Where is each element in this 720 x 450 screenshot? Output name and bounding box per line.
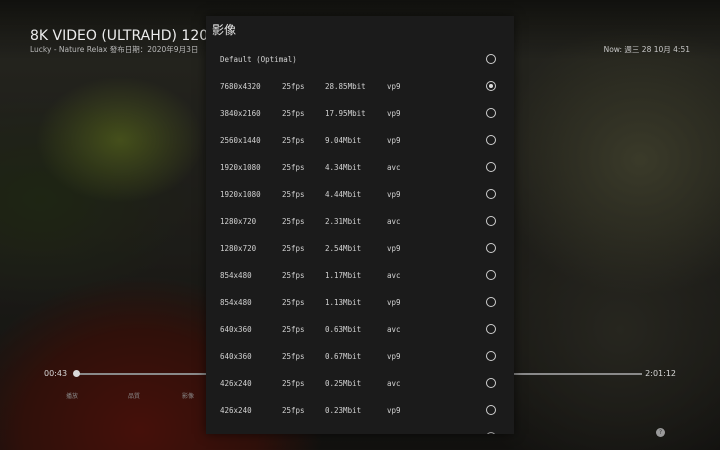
option-codec: avc: [387, 217, 401, 226]
option-resolution: 640x360: [220, 352, 252, 361]
quality-option[interactable]: 640x360 25fps 0.67Mbit vp9: [206, 343, 514, 370]
radio-icon[interactable]: [486, 243, 496, 253]
option-codec: avc: [387, 325, 401, 334]
option-resolution: 3840x2160: [220, 109, 261, 118]
option-bitrate: 1.17Mbit: [325, 271, 362, 280]
video-quality-dialog: 影像 Default (Optimal) 7680x4320 25fps 28.85M…: [206, 16, 514, 434]
option-codec: vp9: [387, 136, 401, 145]
quality-option[interactable]: 2560x1440 25fps 9.04Mbit vp9: [206, 127, 514, 154]
help-icon[interactable]: ?: [656, 428, 665, 437]
option-resolution: 854x480: [220, 298, 252, 307]
quality-option[interactable]: 1920x1080 25fps 4.34Mbit avc: [206, 154, 514, 181]
radio-icon[interactable]: [486, 135, 496, 145]
radio-icon[interactable]: [486, 108, 496, 118]
radio-icon[interactable]: [486, 270, 496, 280]
quality-option[interactable]: 640x360 25fps 0.63Mbit avc: [206, 316, 514, 343]
seek-knob[interactable]: [72, 370, 80, 377]
option-resolution: 1280x720: [220, 217, 257, 226]
partial-radio-icon: [486, 432, 496, 434]
radio-icon[interactable]: [486, 297, 496, 307]
option-fps: 25fps: [282, 406, 305, 415]
option-resolution: 1920x1080: [220, 190, 261, 199]
video-subtitle: Lucky - Nature Relax 發布日期：2020年9月3日: [30, 45, 199, 54]
option-codec: avc: [387, 379, 401, 388]
radio-icon[interactable]: [486, 54, 496, 64]
option-codec: avc: [387, 271, 401, 280]
option-resolution: 426x240: [220, 379, 252, 388]
option-fps: 25fps: [282, 82, 305, 91]
quality-option[interactable]: 426x240 25fps 0.25Mbit avc: [206, 370, 514, 397]
option-bitrate: 4.34Mbit: [325, 163, 362, 172]
option-bitrate: 0.67Mbit: [325, 352, 362, 361]
quality-option[interactable]: 426x240 25fps 0.23Mbit vp9: [206, 397, 514, 424]
option-codec: vp9: [387, 244, 401, 253]
option-fps: 25fps: [282, 325, 305, 334]
radio-icon[interactable]: [486, 216, 496, 226]
quality-option[interactable]: 1280x720 25fps 2.31Mbit avc: [206, 208, 514, 235]
option-fps: 25fps: [282, 109, 305, 118]
quality-option[interactable]: 854x480 25fps 1.13Mbit vp9: [206, 289, 514, 316]
control-video[interactable]: 影像: [182, 391, 194, 400]
option-fps: 25fps: [282, 352, 305, 361]
quality-option[interactable]: 854x480 25fps 1.17Mbit avc: [206, 262, 514, 289]
option-fps: 25fps: [282, 244, 305, 253]
option-bitrate: 2.31Mbit: [325, 217, 362, 226]
quality-option[interactable]: Default (Optimal): [206, 46, 514, 73]
option-bitrate: 0.23Mbit: [325, 406, 362, 415]
option-resolution: 640x360: [220, 325, 252, 334]
option-bitrate: 0.63Mbit: [325, 325, 362, 334]
option-fps: 25fps: [282, 136, 305, 145]
option-resolution: 7680x4320: [220, 82, 261, 91]
option-codec: vp9: [387, 298, 401, 307]
option-codec: vp9: [387, 109, 401, 118]
option-codec: vp9: [387, 82, 401, 91]
option-bitrate: 4.44Mbit: [325, 190, 362, 199]
option-fps: 25fps: [282, 298, 305, 307]
option-fps: 25fps: [282, 190, 305, 199]
option-bitrate: 17.95Mbit: [325, 109, 366, 118]
option-fps: 25fps: [282, 217, 305, 226]
time-total: 2:01:12: [645, 369, 676, 378]
option-resolution: 1920x1080: [220, 163, 261, 172]
option-fps: 25fps: [282, 271, 305, 280]
option-label: Default (Optimal): [220, 55, 297, 64]
option-bitrate: 28.85Mbit: [325, 82, 366, 91]
quality-option[interactable]: 1920x1080 25fps 4.44Mbit vp9: [206, 181, 514, 208]
quality-option[interactable]: 3840x2160 25fps 17.95Mbit vp9: [206, 100, 514, 127]
option-resolution: 1280x720: [220, 244, 257, 253]
quality-option-list: Default (Optimal) 7680x4320 25fps 28.85Mbit…: [206, 46, 514, 424]
radio-icon[interactable]: [486, 351, 496, 361]
control-quality[interactable]: 品質: [128, 391, 140, 400]
time-current: 00:43: [44, 369, 68, 378]
radio-icon[interactable]: [486, 162, 496, 172]
radio-selected-icon[interactable]: [486, 81, 496, 91]
option-codec: vp9: [387, 352, 401, 361]
option-fps: 25fps: [282, 379, 305, 388]
radio-icon[interactable]: [486, 189, 496, 199]
option-resolution: 2560x1440: [220, 136, 261, 145]
radio-icon[interactable]: [486, 378, 496, 388]
control-play[interactable]: 播放: [66, 391, 78, 400]
quality-option[interactable]: 7680x4320 25fps 28.85Mbit vp9: [206, 73, 514, 100]
option-bitrate: 2.54Mbit: [325, 244, 362, 253]
option-resolution: 854x480: [220, 271, 252, 280]
option-resolution: 426x240: [220, 406, 252, 415]
quality-option[interactable]: 1280x720 25fps 2.54Mbit vp9: [206, 235, 514, 262]
option-fps: 25fps: [282, 163, 305, 172]
option-codec: vp9: [387, 406, 401, 415]
clock: Now: 週三 28 10月 4:51: [603, 45, 690, 54]
radio-icon[interactable]: [486, 324, 496, 334]
option-codec: avc: [387, 163, 401, 172]
dialog-title: 影像: [212, 23, 237, 37]
option-bitrate: 0.25Mbit: [325, 379, 362, 388]
option-bitrate: 1.13Mbit: [325, 298, 362, 307]
option-bitrate: 9.04Mbit: [325, 136, 362, 145]
option-codec: vp9: [387, 190, 401, 199]
radio-icon[interactable]: [486, 405, 496, 415]
